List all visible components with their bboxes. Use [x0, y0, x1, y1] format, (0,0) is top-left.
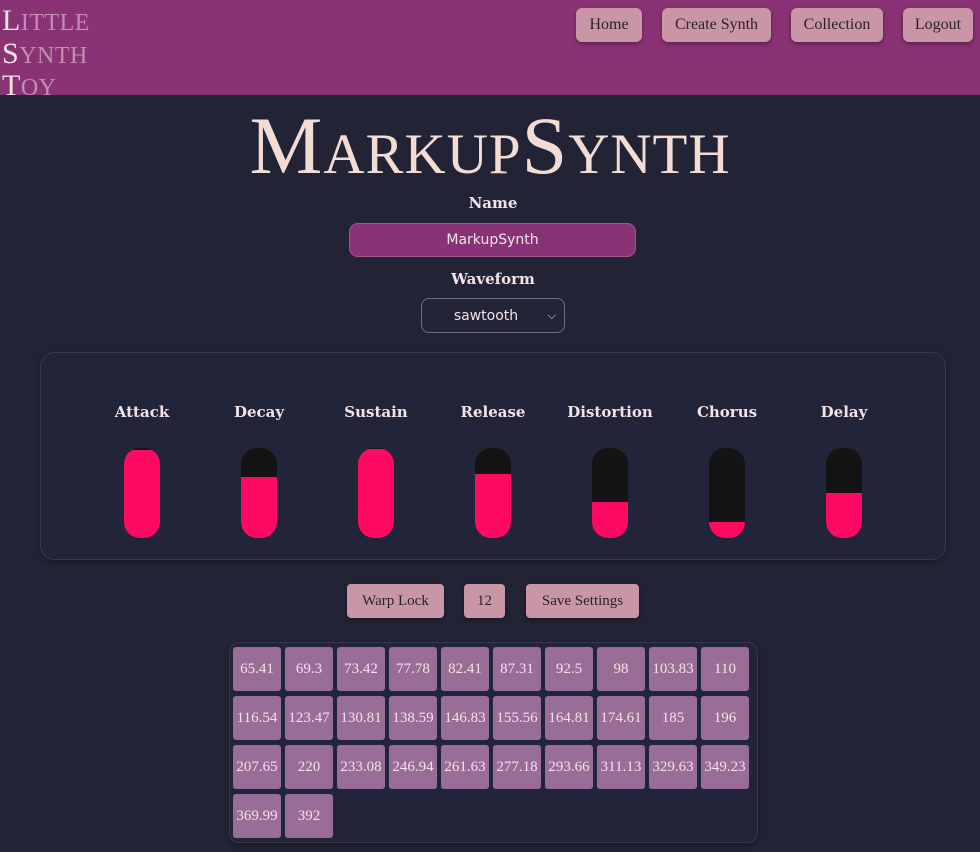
slider-fill	[709, 521, 745, 538]
slider-label: Sustain	[344, 403, 408, 421]
note-key[interactable]: 233.08	[337, 745, 385, 789]
note-key[interactable]: 123.47	[285, 696, 333, 740]
note-key[interactable]: 164.81	[545, 696, 593, 740]
slider-fill	[358, 448, 394, 538]
sustain-slider[interactable]	[358, 448, 394, 538]
slider-label: Release	[460, 403, 526, 421]
slider-fill	[592, 502, 628, 538]
slider-fill	[475, 474, 511, 538]
note-key[interactable]: 92.5	[545, 647, 593, 691]
nav-create-synth-button[interactable]: Create Synth	[662, 8, 771, 42]
waveform-selected-value: sawtooth	[453, 307, 519, 324]
save-settings-button[interactable]: Save Settings	[526, 584, 639, 618]
waveform-select[interactable]: sawtooth ⌵	[421, 298, 565, 333]
note-key[interactable]: 261.63	[441, 745, 489, 789]
note-key[interactable]: 196	[701, 696, 749, 740]
note-key[interactable]: 174.61	[597, 696, 645, 740]
logo-word: YNTH	[19, 42, 88, 69]
logo-word: ITTLE	[20, 10, 90, 36]
chorus-slider[interactable]	[709, 448, 745, 538]
note-key[interactable]: 277.18	[493, 745, 541, 789]
slider-label: Delay	[820, 403, 868, 421]
site-logo[interactable]: LITTLE SYNTH TOY	[2, 6, 90, 104]
delay-slider[interactable]	[826, 448, 862, 538]
note-key[interactable]: 311.13	[597, 745, 645, 789]
attack-slider[interactable]	[124, 448, 160, 538]
slider-label: Distortion	[567, 403, 653, 421]
slider-label: Attack	[114, 403, 170, 421]
count-button[interactable]: 12	[464, 584, 505, 618]
waveform-label: Waveform	[451, 270, 535, 288]
note-key[interactable]: 392	[285, 794, 333, 838]
logo-letter: T	[2, 69, 21, 102]
note-key[interactable]: 329.63	[649, 745, 697, 789]
note-key[interactable]: 73.42	[337, 647, 385, 691]
slider-fill	[241, 476, 277, 538]
nav-home-button[interactable]: Home	[576, 8, 642, 42]
slider-fill	[826, 493, 862, 538]
chevron-down-icon: ⌵	[547, 309, 556, 322]
logo-letter: L	[2, 4, 21, 37]
note-key[interactable]: 130.81	[337, 696, 385, 740]
distortion-slider[interactable]	[592, 448, 628, 538]
top-navbar: LITTLE SYNTH TOY Home Create Synth Colle…	[0, 0, 980, 101]
note-key[interactable]: 77.78	[389, 647, 437, 691]
note-key[interactable]: 155.56	[493, 696, 541, 740]
note-key[interactable]: 98	[597, 647, 645, 691]
note-key[interactable]: 369.99	[233, 794, 281, 838]
slider-label: Chorus	[696, 403, 758, 421]
note-key[interactable]: 293.66	[545, 745, 593, 789]
nav-collection-button[interactable]: Collection	[791, 8, 883, 42]
note-key[interactable]: 220	[285, 745, 333, 789]
note-key[interactable]: 207.65	[233, 745, 281, 789]
logo-word: OY	[20, 75, 57, 101]
note-key[interactable]: 65.41	[233, 647, 281, 691]
decay-slider[interactable]	[241, 448, 277, 538]
note-key[interactable]: 116.54	[233, 696, 281, 740]
warp-lock-button[interactable]: Warp Lock	[347, 584, 444, 618]
note-key[interactable]: 103.83	[649, 647, 697, 691]
note-key[interactable]: 87.31	[493, 647, 541, 691]
note-key[interactable]: 146.83	[441, 696, 489, 740]
frequency-key-grid: 65.41 69.3 73.42 77.78 82.41 87.31 92.5 98 103.8…	[233, 647, 755, 838]
note-key[interactable]: 82.41	[441, 647, 489, 691]
note-key[interactable]: 110	[701, 647, 749, 691]
release-slider[interactable]	[475, 448, 511, 538]
note-key[interactable]: 138.59	[389, 696, 437, 740]
slider-label: Decay	[233, 403, 285, 421]
logo-letter: S	[2, 36, 20, 70]
note-key[interactable]: 185	[649, 696, 697, 740]
note-key[interactable]: 246.94	[389, 745, 437, 789]
note-key[interactable]: 69.3	[285, 647, 333, 691]
slider-fill	[124, 449, 160, 538]
name-label: Name	[468, 194, 518, 212]
nav-logout-button[interactable]: Logout	[903, 8, 973, 42]
page-title: MarkupSynth	[249, 100, 731, 191]
note-key[interactable]: 349.23	[701, 745, 749, 789]
synth-name-input[interactable]	[349, 223, 636, 257]
